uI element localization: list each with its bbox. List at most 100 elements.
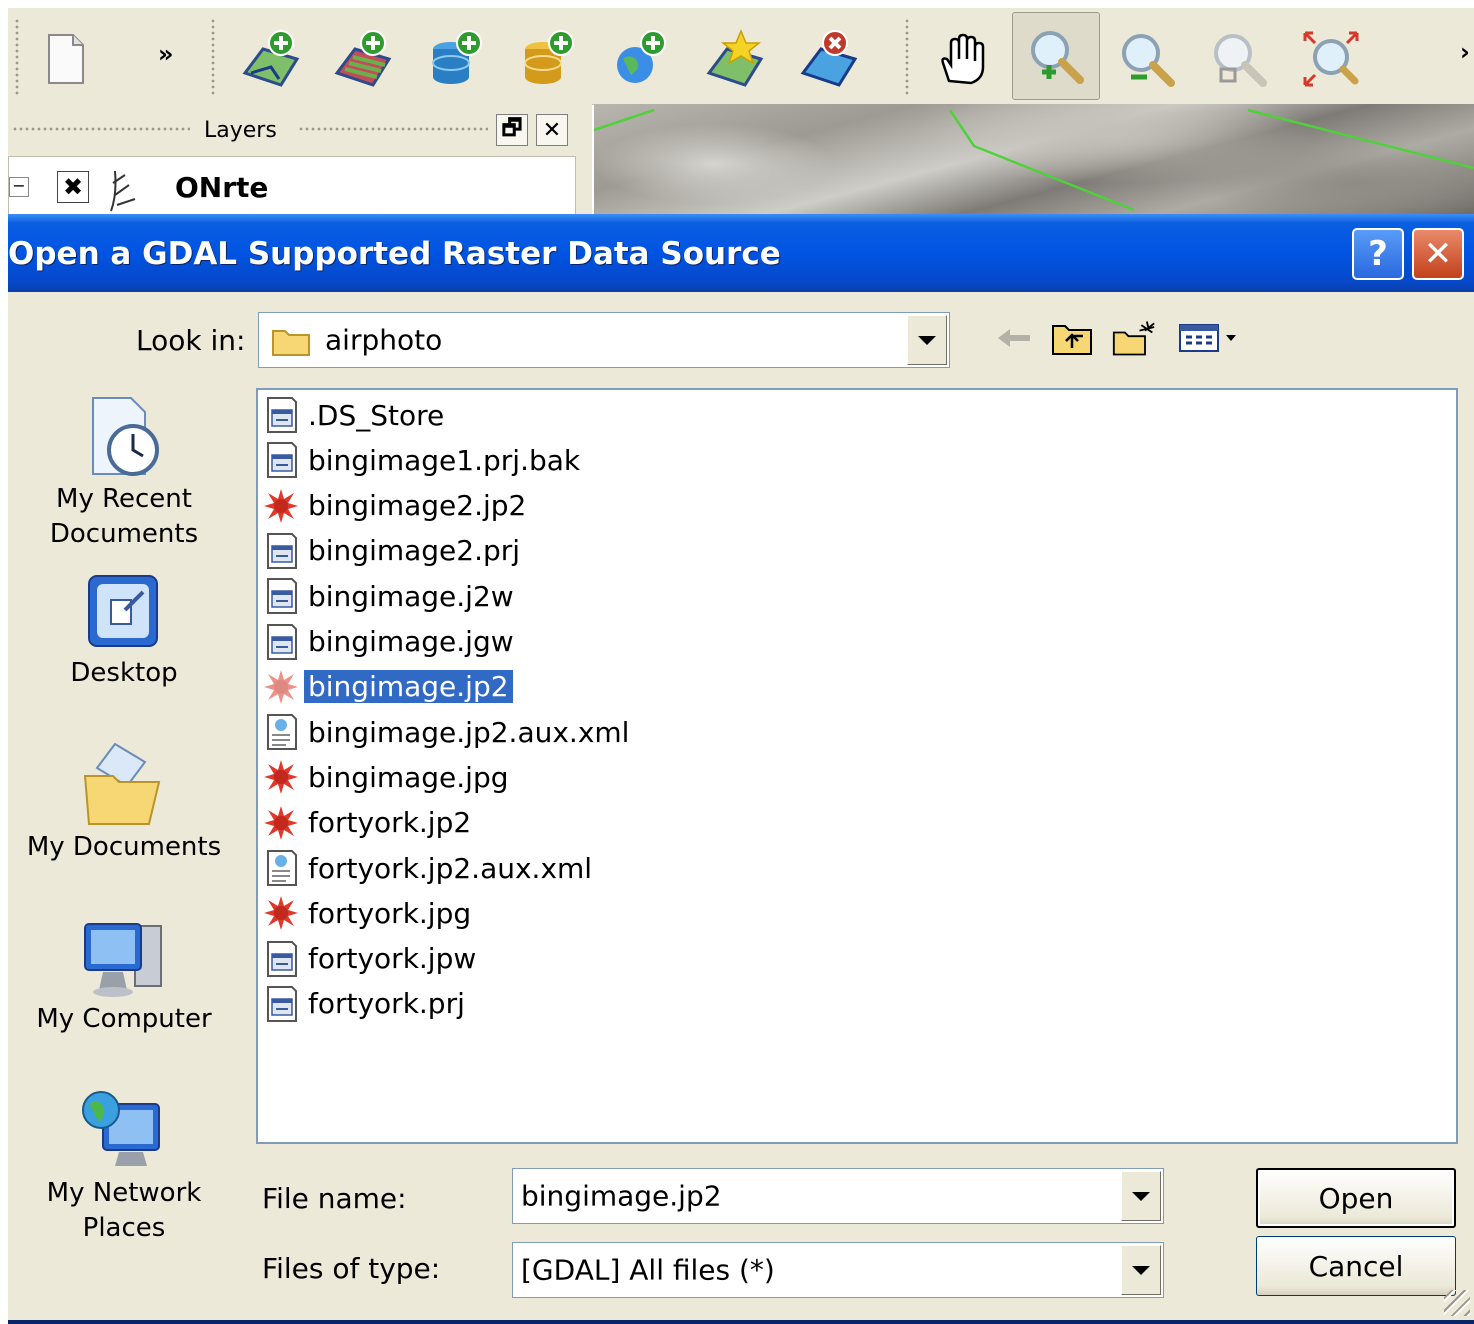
places-bar: My Recent Documents Desktop My Documents… bbox=[8, 384, 248, 1264]
pan-hand-icon bbox=[941, 33, 985, 85]
raster-file-icon bbox=[262, 758, 300, 796]
file-name-text: bingimage.jgw bbox=[308, 625, 514, 658]
file-icon bbox=[262, 623, 300, 661]
place-label: My Computer bbox=[36, 1004, 212, 1034]
file-icon bbox=[262, 940, 300, 978]
remove-layer-button[interactable] bbox=[794, 22, 864, 96]
file-list-item[interactable]: fortyork.jp2 bbox=[262, 802, 475, 844]
place-my-computer[interactable]: My Computer bbox=[8, 916, 240, 1037]
close-button[interactable]: ✕ bbox=[1412, 228, 1464, 280]
place-my-network-places[interactable]: My Network Places bbox=[8, 1086, 240, 1246]
new-folder-button[interactable] bbox=[1112, 316, 1156, 360]
toolbar-overflow-button[interactable]: » bbox=[158, 40, 174, 68]
zoom-out-button[interactable] bbox=[1112, 22, 1182, 96]
place-label: My Network Places bbox=[46, 1178, 202, 1243]
folder-icon bbox=[272, 330, 310, 356]
place-my-recent-documents[interactable]: My Recent Documents bbox=[8, 394, 240, 552]
help-button[interactable]: ? bbox=[1352, 228, 1404, 280]
file-name-text: fortyork.prj bbox=[308, 987, 465, 1021]
files-of-type-label: Files of type: bbox=[262, 1252, 441, 1285]
file-list-item[interactable]: fortyork.jpg bbox=[262, 892, 475, 934]
file-name-text: bingimage.jp2 bbox=[304, 670, 513, 704]
zoom-full-button[interactable] bbox=[1204, 22, 1274, 96]
file-name-dropdown-arrow[interactable] bbox=[1121, 1171, 1161, 1221]
toolbar-overflow-right-button[interactable]: › bbox=[1460, 38, 1470, 66]
file-list-item[interactable]: fortyork.prj bbox=[262, 983, 469, 1025]
toolbar-grip[interactable] bbox=[210, 18, 216, 96]
add-raster-layer-icon bbox=[334, 30, 392, 87]
file-list-item[interactable]: bingimage.jpg bbox=[262, 756, 513, 798]
add-postgis-layer-icon bbox=[432, 30, 482, 84]
add-vector-layer-icon bbox=[242, 30, 300, 87]
file-icon bbox=[262, 396, 300, 434]
place-label: My Recent Documents bbox=[49, 484, 199, 549]
add-wms-layer-button[interactable] bbox=[606, 22, 676, 96]
open-button[interactable]: Open bbox=[1256, 1168, 1456, 1228]
resize-grip[interactable] bbox=[1444, 1290, 1470, 1316]
file-name-text: bingimage2.jp2 bbox=[308, 489, 527, 523]
file-icon bbox=[262, 985, 300, 1023]
file-list-item[interactable]: fortyork.jpw bbox=[262, 938, 480, 980]
remove-layer-icon bbox=[800, 30, 858, 87]
up-folder-button[interactable] bbox=[1050, 316, 1094, 360]
toolbar-grip[interactable] bbox=[904, 18, 910, 96]
file-name-text: fortyork.jp2.aux.xml bbox=[308, 851, 593, 885]
panel-close-button[interactable]: ✕ bbox=[536, 114, 568, 146]
files-of-type-dropdown[interactable]: [GDAL] All files (*) bbox=[512, 1242, 1164, 1298]
file-list-item[interactable]: bingimage.jp2 bbox=[262, 666, 513, 708]
zoom-in-icon bbox=[1031, 31, 1084, 84]
add-vector-layer-button[interactable] bbox=[236, 22, 306, 96]
file-list-item[interactable]: .DS_Store bbox=[262, 394, 448, 436]
look-in-dropdown-arrow[interactable] bbox=[907, 315, 947, 365]
file-name-input[interactable]: bingimage.jp2 bbox=[512, 1168, 1164, 1224]
main-toolbar: » › bbox=[8, 8, 1474, 105]
zoom-in-button[interactable] bbox=[1012, 12, 1100, 100]
file-list-item[interactable]: fortyork.jp2.aux.xml bbox=[262, 847, 596, 889]
file-list-item[interactable]: bingimage.j2w bbox=[262, 575, 518, 617]
panel-grip bbox=[298, 126, 488, 132]
file-list-item[interactable]: bingimage1.prj.bak bbox=[262, 439, 584, 481]
new-project-button[interactable] bbox=[30, 22, 100, 96]
add-raster-layer-button[interactable] bbox=[328, 22, 398, 96]
zoom-to-layer-icon bbox=[1303, 31, 1359, 87]
look-in-dropdown[interactable]: airphoto bbox=[258, 312, 950, 368]
layer-name[interactable]: ONrte bbox=[175, 171, 268, 204]
add-spatialite-layer-button[interactable] bbox=[514, 22, 584, 96]
layer-tree: − ✖ ONrte bbox=[8, 156, 576, 218]
zoom-to-layer-button[interactable] bbox=[1296, 22, 1366, 96]
back-button[interactable] bbox=[992, 316, 1036, 360]
my-computer-icon bbox=[84, 923, 162, 997]
add-postgis-layer-button[interactable] bbox=[422, 22, 492, 96]
files-of-type-dropdown-arrow[interactable] bbox=[1121, 1245, 1161, 1295]
pan-map-button[interactable] bbox=[926, 22, 996, 96]
dialog-title-bar[interactable]: Open a GDAL Supported Raster Data Source… bbox=[8, 214, 1474, 292]
toolbar-grip[interactable] bbox=[14, 18, 20, 96]
tree-expander[interactable]: − bbox=[9, 177, 29, 197]
cancel-button[interactable]: Cancel bbox=[1256, 1236, 1456, 1296]
file-list-item[interactable]: bingimage2.prj bbox=[262, 530, 524, 572]
file-list[interactable]: .DS_Store bingimage1.prj.bak bingimage2.jp… bbox=[256, 388, 1458, 1144]
layers-panel-title: Layers bbox=[204, 118, 277, 143]
file-list-item[interactable]: bingimage2.jp2 bbox=[262, 485, 530, 527]
new-folder-icon bbox=[1112, 321, 1155, 356]
file-list-item[interactable]: bingimage.jgw bbox=[262, 621, 518, 663]
panel-float-button[interactable]: 🗗 bbox=[496, 114, 528, 146]
chevron-down-icon bbox=[1132, 1265, 1150, 1275]
layer-visibility-checkbox[interactable]: ✖ bbox=[57, 171, 89, 203]
look-in-label: Look in: bbox=[136, 324, 246, 357]
file-name-label: File name: bbox=[262, 1182, 407, 1215]
zoom-full-icon bbox=[1214, 34, 1267, 87]
network-places-icon bbox=[82, 1091, 160, 1166]
open-raster-dialog: Open a GDAL Supported Raster Data Source… bbox=[8, 214, 1474, 1324]
place-label: Desktop bbox=[70, 658, 178, 688]
file-name-text: .DS_Store bbox=[308, 398, 445, 432]
file-list-item[interactable]: bingimage.jp2.aux.xml bbox=[262, 711, 633, 753]
map-canvas[interactable] bbox=[594, 104, 1474, 216]
place-desktop[interactable]: Desktop bbox=[8, 570, 240, 691]
raster-file-icon bbox=[262, 804, 300, 842]
chevron-down-icon bbox=[918, 335, 936, 345]
view-menu-button[interactable] bbox=[1176, 316, 1242, 360]
new-shapefile-layer-button[interactable] bbox=[700, 22, 770, 96]
place-my-documents[interactable]: My Documents bbox=[8, 740, 240, 865]
add-spatialite-layer-icon bbox=[524, 30, 574, 84]
